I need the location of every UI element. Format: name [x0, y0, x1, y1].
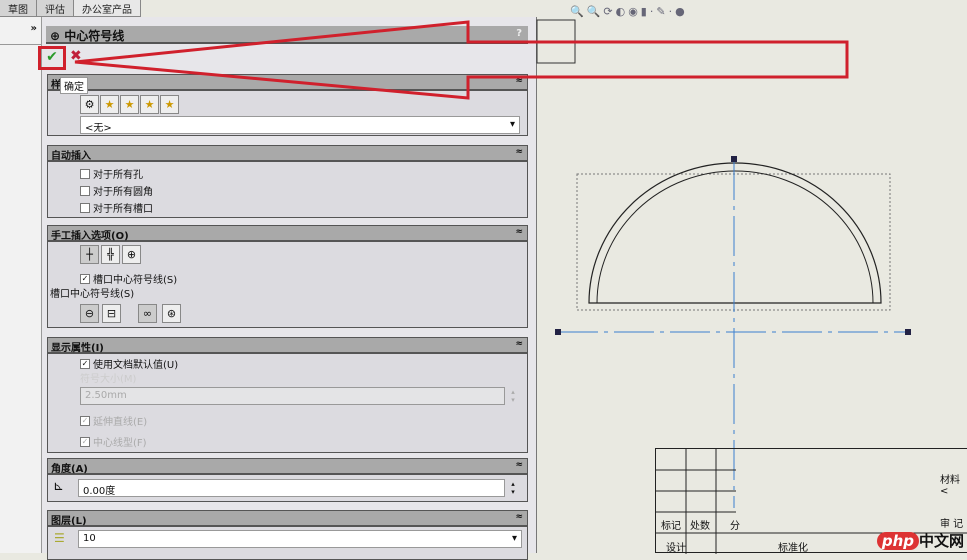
watermark: php 中文网 [876, 530, 964, 551]
cell-standard: 标准化 [778, 543, 808, 554]
cell-count: 处数 [690, 521, 710, 532]
cell-division: 分 [730, 521, 740, 532]
cell-mark: 标记 [661, 521, 681, 532]
handle-left [555, 329, 561, 335]
cell-review: 审 记 [940, 519, 964, 530]
handle-right [905, 329, 911, 335]
semicircle-outer [588, 162, 882, 304]
handle-top [731, 156, 737, 162]
annotation-arrow [74, 20, 849, 100]
cell-design: 设计 [666, 543, 686, 554]
cell-material: 材料 < [940, 475, 960, 497]
semicircle-inner [596, 170, 874, 304]
